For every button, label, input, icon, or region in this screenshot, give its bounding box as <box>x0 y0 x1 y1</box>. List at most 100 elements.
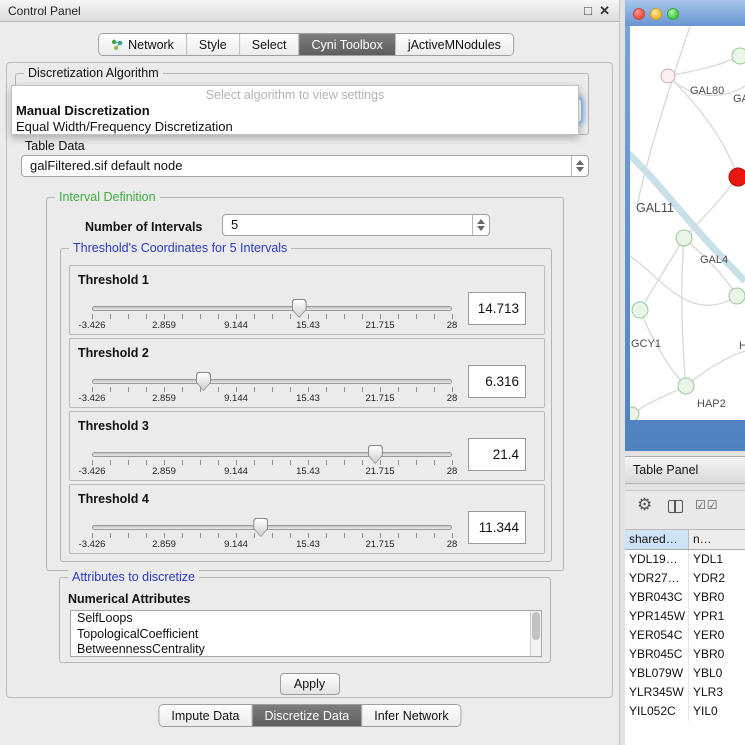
cell-name[interactable]: YDL1 <box>689 550 745 569</box>
numerical-attributes-list[interactable]: SelfLoopsTopologicalCoefficientBetweenne… <box>70 610 542 657</box>
apply-button[interactable]: Apply <box>280 673 340 695</box>
algorithm-option[interactable]: Equal Width/Frequency Discretization <box>12 119 578 135</box>
table-row[interactable]: YDL19…YDL1 <box>625 550 745 569</box>
control-panel-window: Control Panel □ ✕ Network Style Select Cyni… <box>0 0 620 745</box>
spinner-stepper-icon[interactable] <box>472 215 489 235</box>
threshold-value-field[interactable]: 6.316 <box>468 365 526 398</box>
network-view-titlebar <box>625 0 745 26</box>
cell-name[interactable]: YBL0 <box>689 664 745 683</box>
table-row[interactable]: YPR145WYPR1 <box>625 607 745 626</box>
threshold-value-field[interactable]: 11.344 <box>468 511 526 544</box>
column-header-shared-name[interactable]: shared… <box>625 530 689 549</box>
attribute-item[interactable]: TopologicalCoefficient <box>71 627 541 643</box>
cell-shared-name[interactable]: YDR27… <box>625 569 689 588</box>
threshold-slider[interactable] <box>92 306 452 311</box>
minimize-traffic-light-icon[interactable] <box>650 8 662 20</box>
threshold-value-field[interactable]: 21.4 <box>468 438 526 471</box>
tab-jactivemnodules[interactable]: jActiveMNodules <box>395 34 513 55</box>
network-node[interactable] <box>729 288 745 304</box>
tab-style[interactable]: Style <box>186 34 239 55</box>
slider-tick-labels: -3.4262.8599.14415.4321.71528 <box>92 539 452 551</box>
table-row[interactable]: YBR045CYBR0 <box>625 645 745 664</box>
network-node[interactable] <box>661 69 675 83</box>
cell-name[interactable]: YLR3 <box>689 683 745 702</box>
table-row[interactable]: YLR345WYLR3 <box>625 683 745 702</box>
network-canvas[interactable]: GAL80 GA GAL11 GAL4 GCY1 H HAP2 <box>630 26 745 420</box>
table-panel-header: Table Panel <box>625 456 745 484</box>
threshold-slider[interactable] <box>92 452 452 457</box>
cell-shared-name[interactable]: YPR145W <box>625 607 689 626</box>
network-node[interactable] <box>732 48 745 64</box>
attribute-item[interactable]: SelfLoops <box>71 611 541 627</box>
tab-select[interactable]: Select <box>239 34 299 55</box>
network-node[interactable] <box>676 230 692 246</box>
node-label: H <box>739 340 745 352</box>
threshold-panel: Threshold 4 -3.4262.8599.14415.4321.7152… <box>69 484 545 554</box>
table-row[interactable]: YER054CYER0 <box>625 626 745 645</box>
gear-icon[interactable]: ⚙ <box>637 495 652 515</box>
tab-label: Cyni Toolbox <box>311 38 382 52</box>
tab-impute-data[interactable]: Impute Data <box>159 705 251 726</box>
cell-shared-name[interactable]: YBR045C <box>625 645 689 664</box>
group-title: Threshold's Coordinates for 5 Intervals <box>69 241 291 255</box>
table-data-combobox[interactable]: galFiltered.sif default node <box>21 155 589 177</box>
table-data-value: galFiltered.sif default node <box>30 156 182 176</box>
tab-infer-network[interactable]: Infer Network <box>361 705 460 726</box>
table-panel-window: ⚙ ☑☑ shared… n… YDL19…YDL1YDR27…YDR2YBR0… <box>625 490 745 745</box>
cell-name[interactable]: YIL0 <box>689 702 745 721</box>
network-node-labels: GAL80 GA GAL11 GAL4 GCY1 H HAP2 <box>631 85 745 410</box>
tab-network[interactable]: Network <box>99 34 186 55</box>
cell-shared-name[interactable]: YLR345W <box>625 683 689 702</box>
number-of-intervals-spinner[interactable]: 5 <box>222 214 490 236</box>
tab-label: Select <box>252 38 287 52</box>
tab-discretize-data[interactable]: Discretize Data <box>252 705 362 726</box>
cell-name[interactable]: YBR0 <box>689 645 745 664</box>
table-row[interactable]: YBR043CYBR0 <box>625 588 745 607</box>
tab-label: Discretize Data <box>265 709 350 723</box>
close-traffic-light-icon[interactable] <box>633 8 645 20</box>
network-svg: GAL80 GA GAL11 GAL4 GCY1 H HAP2 <box>630 26 745 420</box>
zoom-traffic-light-icon[interactable] <box>667 8 679 20</box>
cell-shared-name[interactable]: YBR043C <box>625 588 689 607</box>
float-window-icon[interactable]: □ <box>584 0 592 21</box>
attribute-item[interactable]: BetweennessCentrality <box>71 642 541 657</box>
control-panel-titlebar: Control Panel □ ✕ <box>0 0 619 22</box>
table-row[interactable]: YDR27…YDR2 <box>625 569 745 588</box>
combo-stepper-icon[interactable] <box>571 156 588 176</box>
column-header-name[interactable]: n… <box>689 530 745 549</box>
thresholds-group: Threshold's Coordinates for 5 Intervals … <box>60 248 552 562</box>
cell-shared-name[interactable]: YBL079W <box>625 664 689 683</box>
network-icon <box>111 39 123 51</box>
network-node[interactable] <box>632 302 648 318</box>
cell-shared-name[interactable]: YIL052C <box>625 702 689 721</box>
table-row[interactable]: YIL052CYIL0 <box>625 702 745 721</box>
cell-shared-name[interactable]: YDL19… <box>625 550 689 569</box>
threshold-slider[interactable] <box>92 379 452 384</box>
threshold-label: Threshold 4 <box>78 492 149 506</box>
cell-name[interactable]: YER0 <box>689 626 745 645</box>
cell-name[interactable]: YPR1 <box>689 607 745 626</box>
checked-box-icon[interactable]: ☑ <box>707 498 719 512</box>
network-node[interactable] <box>678 378 694 394</box>
tab-label: Infer Network <box>374 709 448 723</box>
threshold-value-field[interactable]: 14.713 <box>468 292 526 325</box>
tab-cyni-toolbox[interactable]: Cyni Toolbox <box>298 34 394 55</box>
threshold-panel: Threshold 1 -3.4262.8599.14415.4321.7152… <box>69 265 545 335</box>
select-columns-icons[interactable]: ☑☑ <box>695 498 719 512</box>
network-node-selected[interactable] <box>729 168 745 186</box>
tab-label: Style <box>199 38 227 52</box>
group-title: Interval Definition <box>55 190 160 204</box>
algorithm-option[interactable]: Manual Discretization <box>12 103 578 119</box>
table-row[interactable]: YBL079WYBL0 <box>625 664 745 683</box>
close-icon[interactable]: ✕ <box>599 0 610 21</box>
list-scrollbar[interactable] <box>530 611 541 656</box>
cell-shared-name[interactable]: YER054C <box>625 626 689 645</box>
checked-box-icon[interactable]: ☑ <box>695 498 707 512</box>
number-of-intervals-label: Number of Intervals <box>85 220 202 234</box>
cell-name[interactable]: YBR0 <box>689 588 745 607</box>
columns-icon[interactable] <box>668 500 683 513</box>
cell-name[interactable]: YDR2 <box>689 569 745 588</box>
scrollbar-thumb[interactable] <box>532 612 540 640</box>
network-node[interactable] <box>630 407 639 420</box>
threshold-slider[interactable] <box>92 525 452 530</box>
